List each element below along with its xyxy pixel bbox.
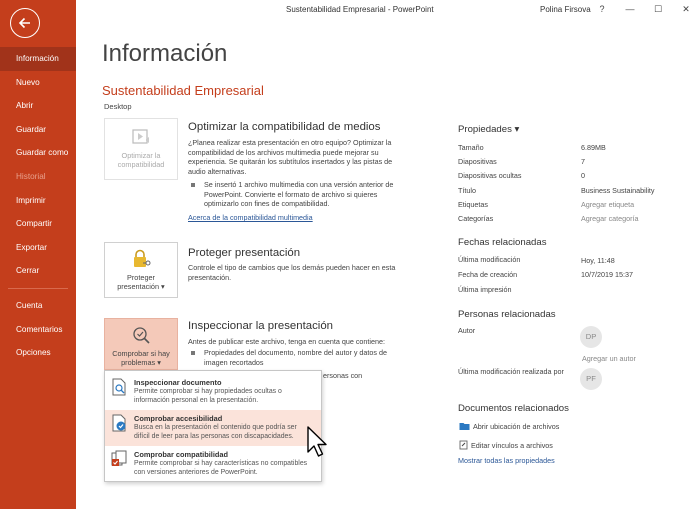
property-title-label: Título bbox=[458, 186, 476, 195]
property-title-value[interactable]: Business Sustainability bbox=[581, 186, 655, 195]
sidebar-item-cuenta[interactable]: Cuenta bbox=[0, 294, 76, 318]
protect-presentation-button[interactable]: Proteger presentación ▾ bbox=[104, 242, 178, 298]
edit-links-link[interactable]: Editar vínculos a archivos bbox=[471, 441, 553, 450]
back-arrow-icon bbox=[18, 17, 30, 29]
sidebar-item-compartir[interactable]: Compartir bbox=[0, 212, 76, 236]
show-all-properties-link[interactable]: Mostrar todas las propiedades bbox=[458, 456, 555, 465]
back-button[interactable] bbox=[10, 8, 40, 38]
last-modified-value: Hoy, 11:48 bbox=[581, 256, 615, 265]
sidebar-item-guardar-como[interactable]: Guardar como bbox=[0, 141, 76, 165]
sidebar-item-imprimir[interactable]: Imprimir bbox=[0, 189, 76, 213]
author-avatar[interactable]: DP bbox=[580, 326, 602, 348]
property-size-label: Tamaño bbox=[458, 143, 484, 152]
related-people-heading: Personas relacionadas bbox=[458, 309, 556, 320]
sidebar-item-opciones[interactable]: Opciones bbox=[0, 341, 76, 365]
sidebar-item-comentarios[interactable]: Comentarios bbox=[0, 318, 76, 342]
sidebar-item-guardar[interactable]: Guardar bbox=[0, 118, 76, 142]
media-section-heading: Optimizar la compatibilidad de medios bbox=[188, 121, 381, 133]
page-title: Información bbox=[102, 40, 228, 67]
title-bar: Sustentabilidad Empresarial - PowerPoint… bbox=[76, 0, 700, 18]
inspect-document-icon bbox=[112, 378, 126, 396]
author-label: Autor bbox=[458, 326, 476, 335]
menu-item-check-compatibility[interactable]: Comprobar compatibilidad Permite comprob… bbox=[105, 446, 321, 482]
check-compatibility-title: Comprobar compatibilidad bbox=[134, 450, 229, 459]
protect-section-text: Controle el tipo de cambios que los demá… bbox=[188, 263, 396, 282]
check-issues-button[interactable]: Comprobar si hay problemas ▾ bbox=[104, 318, 178, 370]
property-hidden-slides-label: Diapositivas ocultas bbox=[458, 171, 522, 180]
property-tags-input[interactable]: Agregar etiqueta bbox=[581, 200, 634, 209]
property-size-value: 6.89MB bbox=[581, 143, 606, 152]
last-modified-label: Última modificación bbox=[458, 255, 521, 264]
created-date-value: 10/7/2019 15:37 bbox=[581, 270, 633, 279]
accessibility-check-icon bbox=[112, 414, 126, 432]
compatibility-check-icon bbox=[111, 450, 127, 466]
protect-section-heading: Proteger presentación bbox=[188, 247, 301, 259]
document-title: Sustentabilidad Empresarial bbox=[102, 83, 264, 98]
inspect-document-title: Inspeccionar documento bbox=[134, 378, 222, 387]
sidebar-item-exportar[interactable]: Exportar bbox=[0, 236, 76, 260]
document-location: Desktop bbox=[104, 102, 132, 111]
user-name[interactable]: Polina Firsova bbox=[540, 5, 591, 14]
property-slides-label: Diapositivas bbox=[458, 157, 497, 166]
media-section-text: ¿Planea realizar esta presentación en ot… bbox=[188, 138, 393, 176]
last-modified-by-label: Última modificación realizada por bbox=[458, 367, 564, 376]
property-slides-value: 7 bbox=[581, 157, 585, 166]
protect-presentation-label: Proteger presentación ▾ bbox=[117, 273, 165, 292]
inspect-section-text: Antes de publicar este archivo, tenga en… bbox=[188, 337, 385, 346]
sidebar-item-nuevo[interactable]: Nuevo bbox=[0, 71, 76, 95]
check-compatibility-desc: Permite comprobar si hay características… bbox=[134, 460, 308, 476]
sidebar-nav: Información Nuevo Abrir Guardar Guardar … bbox=[0, 47, 76, 365]
sidebar-item-historial: Historial bbox=[16, 171, 46, 181]
sidebar-item-informacion[interactable]: Información bbox=[0, 47, 76, 71]
last-printed-label: Última impresión bbox=[458, 285, 512, 294]
backstage-sidebar: Información Nuevo Abrir Guardar Guardar … bbox=[0, 0, 76, 509]
check-accessibility-title: Comprobar accesibilidad bbox=[134, 414, 223, 423]
property-tags-label: Etiquetas bbox=[458, 200, 488, 209]
open-file-location-link[interactable]: Abrir ubicación de archivos bbox=[473, 422, 559, 431]
menu-item-check-accessibility[interactable]: Comprobar accesibilidad Busca en la pres… bbox=[105, 410, 321, 446]
property-categories-label: Categorías bbox=[458, 214, 494, 223]
media-compat-icon bbox=[132, 129, 149, 144]
related-documents-heading: Documentos relacionados bbox=[458, 403, 569, 414]
related-dates-heading: Fechas relacionadas bbox=[458, 237, 547, 248]
maximize-button[interactable]: ☐ bbox=[651, 2, 665, 16]
add-author-link[interactable]: Agregar un autor bbox=[582, 354, 636, 363]
check-accessibility-desc: Busca en la presentación el contenido qu… bbox=[134, 424, 297, 440]
sidebar-item-abrir[interactable]: Abrir bbox=[0, 94, 76, 118]
edit-links-icon bbox=[459, 440, 468, 450]
sidebar-item-cerrar[interactable]: Cerrar bbox=[0, 259, 76, 283]
media-section-bullet: Se insertó 1 archivo multimedia con una … bbox=[188, 180, 403, 209]
lock-key-icon bbox=[134, 249, 151, 267]
mouse-cursor-icon bbox=[307, 426, 327, 457]
check-issues-menu: Inspeccionar documento Permite comprobar… bbox=[104, 370, 322, 482]
menu-item-inspect-document[interactable]: Inspeccionar documento Permite comprobar… bbox=[105, 374, 321, 410]
created-date-label: Fecha de creación bbox=[458, 270, 518, 279]
window-title: Sustentabilidad Empresarial - PowerPoint bbox=[286, 5, 434, 14]
close-button[interactable]: ✕ bbox=[679, 2, 693, 16]
property-categories-input[interactable]: Agregar categoría bbox=[581, 214, 639, 223]
optimize-compatibility-label: Optimizar la compatibilidad bbox=[117, 151, 165, 170]
modified-by-avatar[interactable]: PF bbox=[580, 368, 602, 390]
optimize-compatibility-button: Optimizar la compatibilidad bbox=[104, 118, 178, 180]
minimize-button[interactable]: — bbox=[623, 2, 637, 16]
media-compat-link[interactable]: Acerca de la compatibilidad multimedia bbox=[188, 213, 313, 222]
properties-heading[interactable]: Propiedades ▾ bbox=[458, 124, 519, 135]
inspect-section-heading: Inspeccionar la presentación bbox=[188, 320, 334, 332]
inspect-section-bullet: Propiedades del documento, nombre del au… bbox=[188, 348, 403, 367]
sidebar-divider bbox=[8, 287, 68, 289]
folder-icon bbox=[459, 423, 470, 430]
inspect-section-bullet2-tail: ersonas con bbox=[323, 371, 363, 380]
check-issues-label: Comprobar si hay problemas ▾ bbox=[112, 349, 170, 368]
check-issues-icon bbox=[133, 327, 150, 344]
inspect-document-desc: Permite comprobar si hay propiedades ocu… bbox=[134, 388, 282, 404]
property-hidden-slides-value: 0 bbox=[581, 171, 585, 180]
help-button[interactable]: ? bbox=[595, 2, 609, 16]
